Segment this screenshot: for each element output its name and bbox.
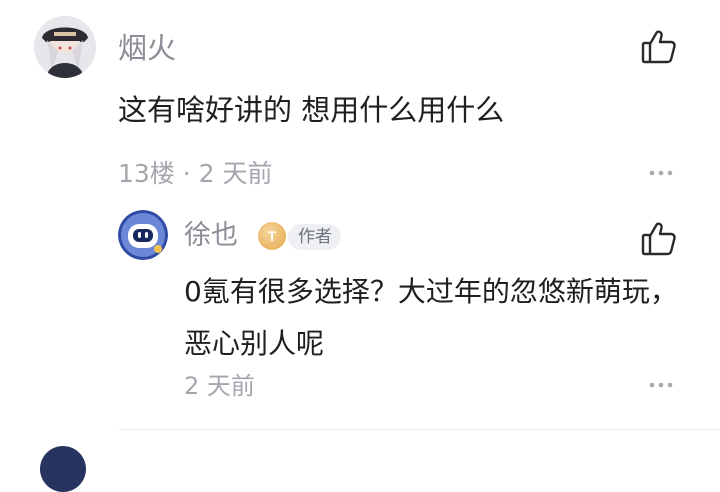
level-badge: T: [258, 222, 286, 250]
author-badge: 作者: [288, 224, 341, 250]
more-dots-icon[interactable]: [646, 370, 676, 400]
comment-meta: 13楼 · 2 天前: [118, 159, 273, 188]
reply-author-name[interactable]: 徐也: [184, 216, 238, 256]
reply-meta: 2 天前: [184, 372, 255, 400]
avatar[interactable]: [40, 446, 86, 492]
avatar[interactable]: [34, 16, 96, 78]
comment-author-name[interactable]: 烟火: [118, 28, 176, 68]
more-dots-icon[interactable]: [646, 158, 676, 188]
reply-text: 0氪有很多选择？大过年的忽悠新萌玩，恶心别人呢: [184, 275, 678, 360]
reply-avatar[interactable]: [118, 210, 168, 260]
divider: [118, 429, 720, 430]
thumbs-up-icon[interactable]: [640, 28, 678, 66]
comment-text: 这有啥好讲的 想用什么用什么: [118, 93, 505, 127]
thumbs-up-icon[interactable]: [640, 220, 678, 258]
